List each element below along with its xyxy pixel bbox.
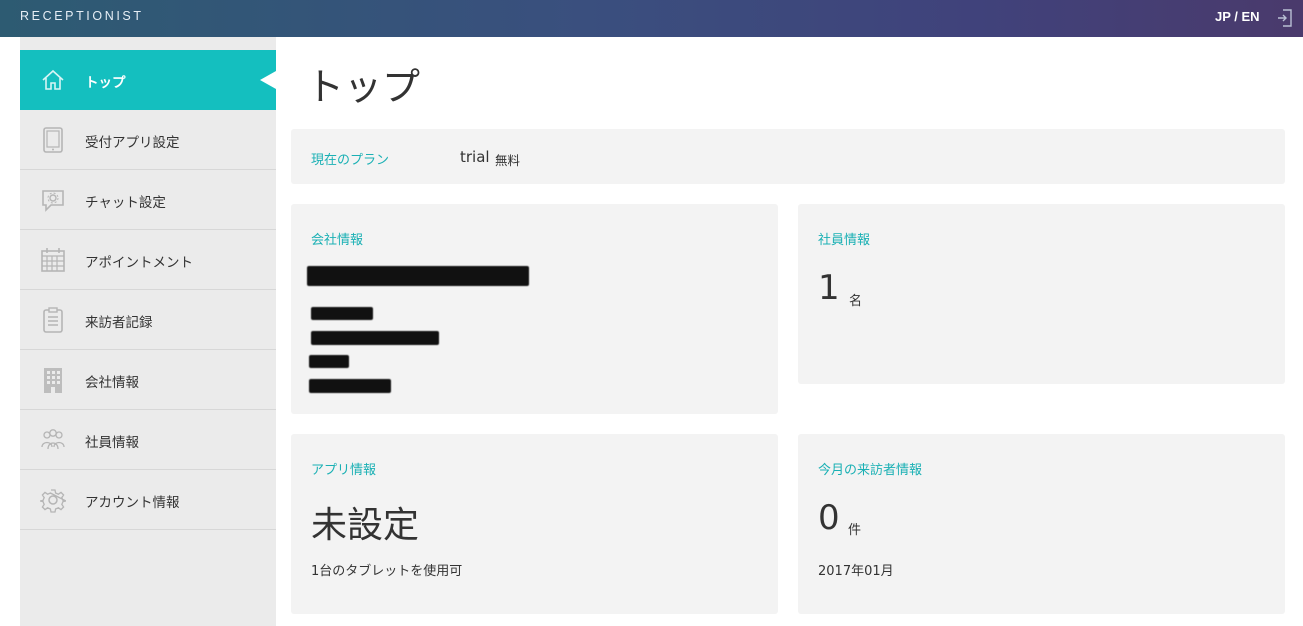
redacted-postal-code [311, 307, 373, 320]
visitor-info-panel: 今月の来訪者情報 0 件 2017年01月 [798, 434, 1285, 614]
company-info-title: 会社情報 [311, 233, 364, 248]
plan-name: trial [460, 148, 490, 166]
sidebar-item-company-info[interactable]: 会社情報 [20, 350, 276, 410]
staff-count: 1 [818, 268, 840, 308]
sidebar-item-label: チャット設定 [85, 195, 166, 211]
sidebar-item-chat-settings[interactable]: チャット設定 [20, 170, 276, 230]
sidebar-item-label: トップ [85, 75, 126, 91]
redacted-address [311, 331, 439, 345]
visitor-unit: 件 [848, 523, 862, 538]
sidebar-item-staff-info[interactable]: 社員情報 [20, 410, 276, 470]
sidebar: トップ 受付アプリ設定 チャット設定 アポイントメント 来訪者記録 会社情報 社… [20, 37, 276, 626]
calendar-icon [40, 247, 66, 273]
people-icon [40, 427, 66, 453]
sidebar-item-label: アカウント情報 [85, 495, 180, 511]
app-logo: RECEPTIONIST [20, 9, 144, 23]
sidebar-item-app-settings[interactable]: 受付アプリ設定 [20, 110, 276, 170]
staff-info-panel: 社員情報 1 名 [798, 204, 1285, 384]
chat-settings-icon [40, 187, 66, 213]
staff-info-title: 社員情報 [818, 233, 871, 248]
tablet-icon [40, 127, 66, 153]
logout-icon[interactable] [1276, 8, 1294, 28]
language-switch[interactable]: JP / EN [1215, 9, 1260, 24]
sidebar-item-account-info[interactable]: アカウント情報 [20, 470, 276, 530]
sidebar-item-top[interactable]: トップ [20, 50, 276, 110]
sidebar-item-appointment[interactable]: アポイントメント [20, 230, 276, 290]
sidebar-item-label: 来訪者記録 [85, 315, 153, 331]
sidebar-item-visitor-log[interactable]: 来訪者記録 [20, 290, 276, 350]
plan-price: 無料 [495, 153, 521, 168]
home-icon [40, 67, 66, 93]
app-status: 未設定 [311, 505, 420, 546]
redacted-address-line [309, 355, 349, 368]
page-title: トップ [306, 65, 421, 109]
sidebar-item-label: 社員情報 [85, 435, 139, 451]
gear-icon [39, 487, 68, 514]
redacted-phone [309, 379, 391, 393]
app-info-title: アプリ情報 [311, 463, 377, 478]
company-info-panel: 会社情報 [291, 204, 778, 414]
visitor-count: 0 [818, 498, 840, 538]
building-icon [40, 367, 66, 393]
app-info-panel: アプリ情報 未設定 1台のタブレットを使用可 [291, 434, 778, 614]
active-indicator [260, 71, 276, 89]
sidebar-item-label: アポイントメント [85, 255, 193, 271]
plan-label: 現在のプラン [311, 153, 390, 168]
plan-panel: 現在のプラン trial 無料 [291, 129, 1285, 184]
tablet-allowance: 1台のタブレットを使用可 [311, 564, 463, 579]
top-bar: RECEPTIONIST JP / EN [0, 0, 1303, 37]
visitor-info-title: 今月の来訪者情報 [818, 463, 923, 478]
sidebar-item-label: 受付アプリ設定 [85, 135, 180, 151]
visitor-month: 2017年01月 [818, 564, 894, 579]
sidebar-item-label: 会社情報 [85, 375, 139, 391]
redacted-company-name [307, 266, 529, 286]
staff-unit: 名 [849, 294, 863, 309]
clipboard-icon [40, 307, 66, 333]
